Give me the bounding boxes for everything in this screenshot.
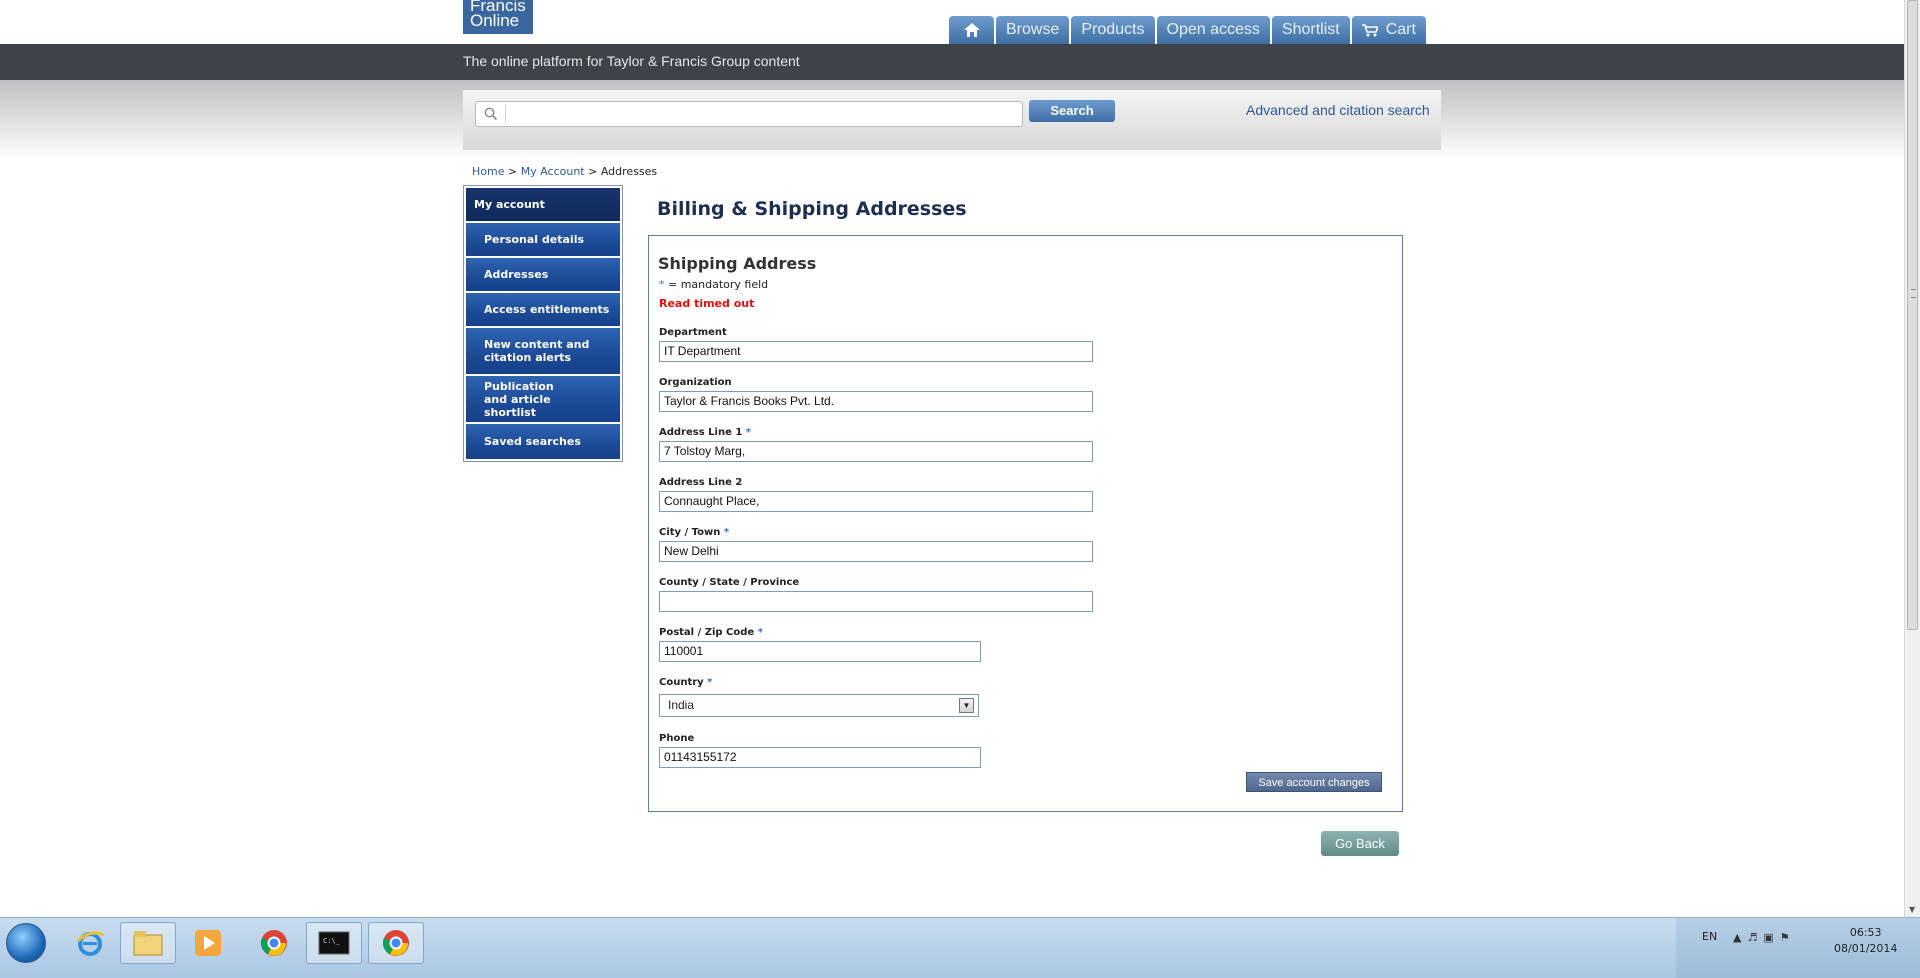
organization-label: Organization	[659, 377, 732, 388]
breadcrumb-home-link[interactable]: Home	[472, 165, 504, 178]
sidebar-item-saved-searches[interactable]: Saved searches	[466, 424, 620, 459]
volume-icon[interactable]: ♬	[1747, 931, 1763, 944]
breadcrumb-separator: >	[584, 165, 601, 178]
country-label: Country *	[659, 677, 712, 688]
sidebar-item-personal-details[interactable]: Personal details	[466, 223, 620, 256]
required-star-icon: *	[757, 627, 763, 638]
site-tagline: The online platform for Taylor & Francis…	[463, 53, 800, 69]
error-message: Read timed out	[659, 297, 755, 310]
phone-input[interactable]: 01143155172	[659, 747, 981, 768]
page-scrollbar[interactable]: ▼	[1904, 0, 1920, 917]
address-line-1-label: Address Line 1 *	[659, 427, 751, 438]
postal-code-label-text: Postal / Zip Code	[659, 627, 755, 638]
mandatory-note-text: = mandatory field	[664, 278, 769, 291]
clock-time: 06:53	[1849, 926, 1882, 939]
sidebar-item-addresses[interactable]: Addresses	[466, 258, 620, 291]
language-indicator[interactable]: EN	[1702, 930, 1717, 943]
county-label: County / State / Province	[659, 577, 799, 588]
cart-icon	[1361, 23, 1378, 36]
city-label: City / Town *	[659, 527, 729, 538]
search-input[interactable]	[509, 104, 1018, 126]
required-star-icon: *	[723, 527, 730, 538]
scrollbar-thumb[interactable]	[1907, 0, 1918, 630]
save-account-changes-button[interactable]: Save account changes	[1246, 772, 1382, 792]
chrome-icon[interactable]	[246, 922, 302, 964]
header-band	[0, 44, 1904, 80]
go-back-button[interactable]: Go Back	[1321, 831, 1399, 856]
department-label: Department	[659, 327, 727, 338]
start-button[interactable]	[6, 923, 46, 963]
address-line-1-input[interactable]: 7 Tolstoy Marg,	[659, 441, 1093, 462]
windows-taskbar: C:\_ EN ▲♬▣⚑ 06:53 08/01/2014	[0, 917, 1920, 978]
nav-products-tab[interactable]: Products	[1071, 16, 1155, 44]
system-clock[interactable]: 06:53 08/01/2014	[1834, 925, 1897, 957]
city-label-text: City / Town	[659, 527, 721, 538]
breadcrumb-separator: >	[504, 165, 521, 178]
county-label-text: County / State / Province	[659, 577, 800, 588]
city-input[interactable]: New Delhi	[659, 541, 1093, 562]
mandatory-note: * = mandatory field	[659, 278, 768, 291]
section-title: Shipping Address	[658, 254, 817, 273]
required-star-icon: *	[745, 427, 752, 438]
svg-text:C:\_: C:\_	[323, 937, 341, 945]
nav-cart-tab[interactable]: Cart	[1351, 16, 1426, 44]
country-label-text: Country	[659, 677, 704, 688]
required-star-icon: *	[707, 677, 713, 688]
address-line-2-label-text: Address Line 2	[659, 477, 743, 488]
grip-icon	[1911, 289, 1916, 298]
command-prompt-icon[interactable]: C:\_	[306, 922, 362, 964]
department-label-text: Department	[659, 327, 727, 338]
site-logo[interactable]: Francis Online	[463, 0, 533, 34]
file-explorer-icon[interactable]	[120, 922, 176, 964]
tray-icons[interactable]: ▲♬▣⚑	[1733, 931, 1796, 944]
organization-label-text: Organization	[659, 377, 732, 388]
sidebar-item-access-entitlements[interactable]: Access entitlements	[466, 293, 620, 326]
nav-open-access-tab[interactable]: Open access	[1156, 16, 1270, 44]
nav-home-tab[interactable]	[949, 16, 994, 44]
account-sidebar: My account Personal details Addresses Ac…	[463, 185, 623, 462]
scroll-down-arrow-icon[interactable]: ▼	[1909, 905, 1915, 914]
breadcrumb: Home > My Account > Addresses	[472, 165, 657, 178]
internet-explorer-icon[interactable]	[62, 922, 118, 964]
address-line-2-input[interactable]: Connaught Place,	[659, 491, 1093, 512]
county-input[interactable]	[659, 591, 1093, 612]
country-select[interactable]: India ▼	[659, 694, 979, 717]
department-input[interactable]: IT Department	[659, 341, 1093, 362]
search-panel: Search Advanced and citation search	[463, 90, 1441, 150]
network-icon[interactable]: ▣	[1763, 931, 1779, 944]
sidebar-item-shortlist[interactable]: Publication and article shortlist	[466, 376, 620, 422]
search-button[interactable]: Search	[1029, 100, 1115, 122]
page-title: Billing & Shipping Addresses	[657, 198, 967, 220]
sidebar-item-content-alerts[interactable]: New content and citation alerts	[466, 328, 620, 374]
breadcrumb-account-link[interactable]: My Account	[521, 165, 585, 178]
chrome-active-icon[interactable]	[368, 922, 424, 964]
media-player-icon[interactable]	[180, 922, 236, 964]
search-icon	[484, 107, 498, 121]
nav-browse-tab[interactable]: Browse	[996, 16, 1070, 44]
chevron-down-icon[interactable]: ▼	[959, 698, 974, 713]
country-selected-value: India	[668, 698, 695, 712]
search-divider	[505, 105, 506, 123]
address-line-1-label-text: Address Line 1	[659, 427, 743, 438]
address-form	[648, 235, 1403, 812]
nav-cart-label: Cart	[1385, 21, 1416, 38]
address-line-2-label: Address Line 2	[659, 477, 742, 488]
advanced-search-link[interactable]: Advanced and citation search	[1246, 102, 1430, 118]
nav-shortlist-tab[interactable]: Shortlist	[1271, 16, 1350, 44]
postal-code-input[interactable]: 110001	[659, 641, 981, 662]
phone-label-text: Phone	[659, 733, 695, 744]
home-icon	[963, 23, 980, 37]
clock-date: 08/01/2014	[1834, 942, 1898, 955]
sidebar-item-my-account[interactable]: My account	[466, 188, 620, 221]
main-nav: Browse Products Open access Shortlist Ca…	[949, 16, 1426, 44]
search-box	[475, 101, 1023, 127]
show-hidden-icons-icon[interactable]: ▲	[1733, 931, 1747, 944]
logo-line-2: Online	[470, 11, 520, 30]
organization-input[interactable]: Taylor & Francis Books Pvt. Ltd.	[659, 391, 1093, 412]
phone-label: Phone	[659, 733, 694, 744]
action-center-flag-icon[interactable]: ⚑	[1780, 931, 1796, 944]
postal-code-label: Postal / Zip Code *	[659, 627, 763, 638]
breadcrumb-current: Addresses	[600, 165, 658, 178]
